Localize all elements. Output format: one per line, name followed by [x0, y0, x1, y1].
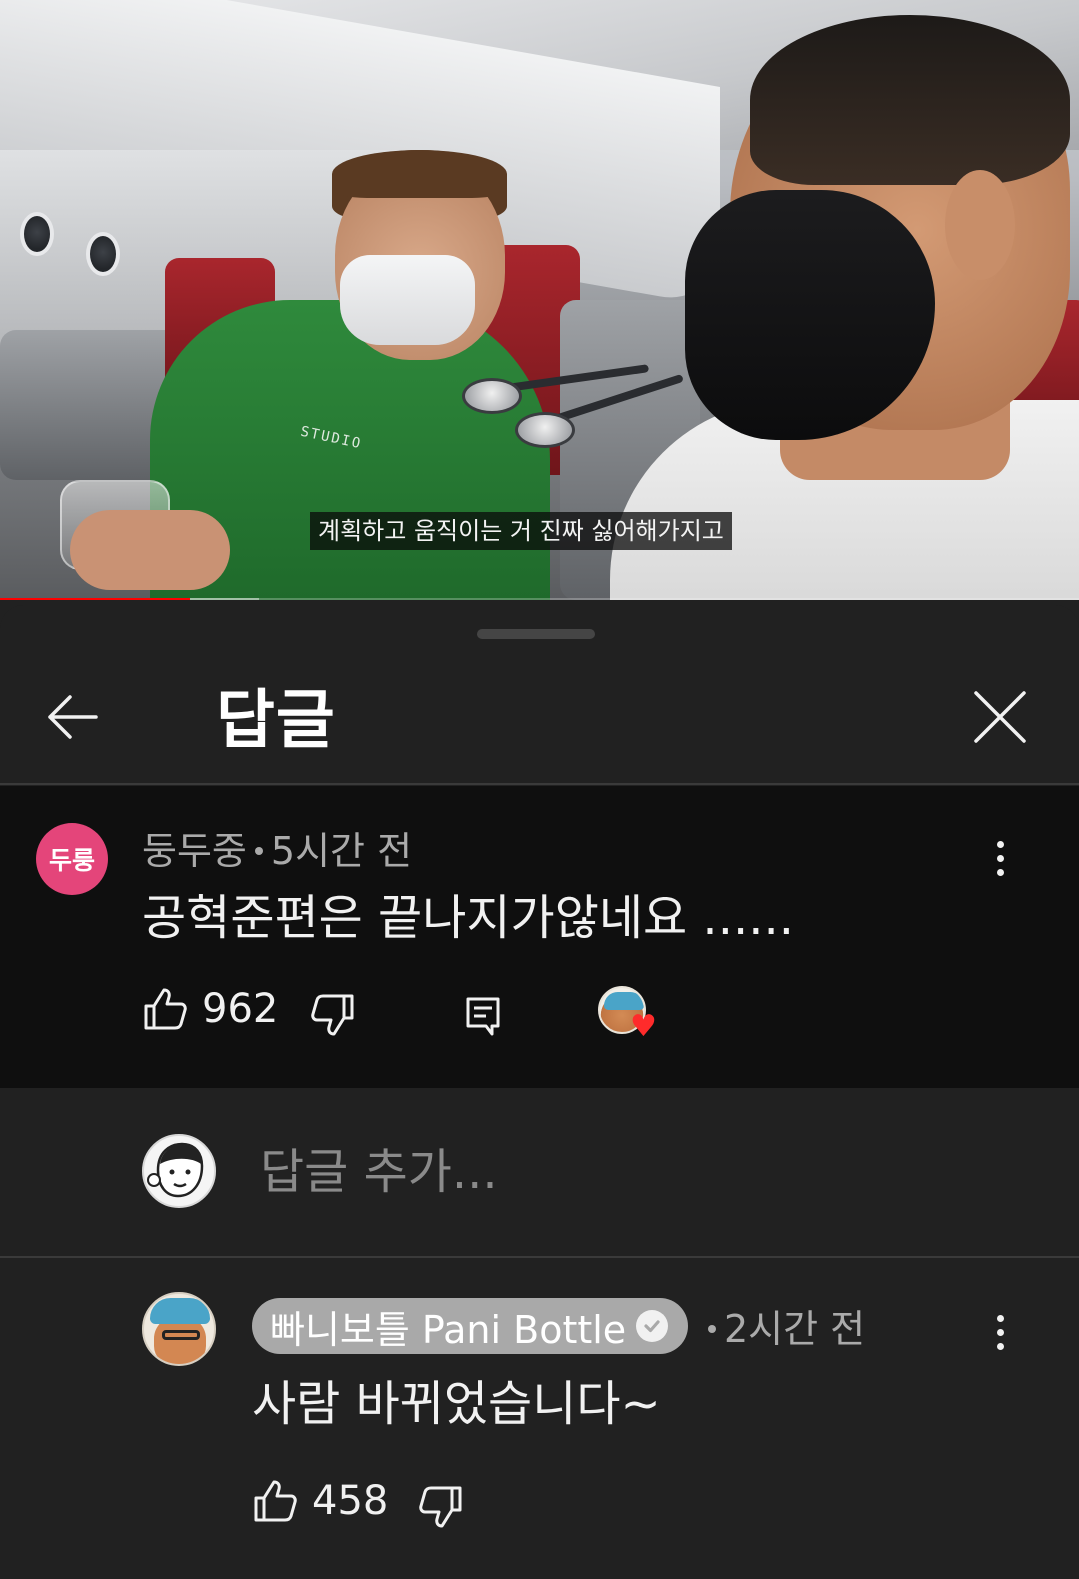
close-icon — [974, 691, 1026, 743]
heart-icon: ♥ — [630, 1009, 657, 1044]
white-mask — [340, 255, 475, 345]
progress-played — [0, 598, 190, 600]
arrow-left-icon — [48, 695, 98, 739]
glasses — [162, 1330, 200, 1340]
drag-handle[interactable] — [477, 629, 595, 639]
reply-icon — [466, 997, 500, 1036]
cap — [150, 1298, 210, 1324]
cabin-window — [86, 232, 120, 276]
comment-meta: 둥두중 5시간 전 — [142, 820, 412, 875]
dislike-button[interactable] — [310, 992, 356, 1038]
reply-text: 사람 바뀌었습니다~ — [252, 1376, 661, 1432]
more-options-button[interactable] — [980, 1302, 1020, 1362]
more-dot — [996, 840, 1004, 848]
sheet-title: 답글 — [216, 684, 336, 758]
video-player[interactable]: STUDIO 계획하고 움직이는 거 진짜 싫어해가지고 — [0, 0, 1079, 600]
reading-lamp — [515, 412, 575, 448]
more-dot — [996, 1342, 1004, 1350]
dislike-button[interactable] — [418, 1484, 464, 1530]
video-subtitle: 계획하고 움직이는 거 진짜 싫어해가지고 — [310, 512, 732, 550]
comment-author[interactable]: 둥두중 — [142, 829, 247, 873]
reply-meta: 2시간 전 — [708, 1298, 865, 1353]
thumbs-up-icon — [144, 988, 187, 1030]
like-count: 962 — [202, 986, 279, 1032]
avatar-initials: 두룽 — [48, 846, 95, 875]
thumbs-up-icon — [254, 1480, 297, 1522]
more-options-button[interactable] — [980, 828, 1020, 888]
more-dot — [996, 854, 1004, 862]
like-count: 458 — [312, 1478, 389, 1524]
more-dot — [996, 868, 1004, 876]
more-dot — [996, 1328, 1004, 1336]
more-dot — [996, 1314, 1004, 1322]
cap — [604, 992, 644, 1010]
avatar[interactable]: 두룽 — [36, 823, 108, 895]
user-avatar[interactable] — [142, 1134, 216, 1208]
like-button[interactable]: 962 — [142, 986, 278, 1032]
add-reply-row — [0, 1088, 1079, 1256]
parent-comment: 두룽 둥두중 5시간 전 공혁준편은 끝나지가않네요 ...... 962 ♥ — [0, 786, 1079, 1088]
replies-sheet: 답글 두룽 둥두중 5시간 전 공혁준편은 끝나지가않네요 ...... 962 — [0, 605, 1079, 1579]
hand — [70, 510, 230, 590]
author-chip[interactable]: 빠니보틀 Pani Bottle — [252, 1298, 689, 1354]
cabin-window — [20, 212, 54, 256]
add-reply-input[interactable] — [240, 1130, 1000, 1214]
reading-lamp — [462, 378, 522, 414]
person-right-hair — [750, 15, 1070, 185]
reply-button[interactable] — [462, 994, 506, 1038]
reply-comment: 빠니보틀 Pani Bottle 2시간 전 사람 바뀌었습니다~ 458 — [0, 1258, 1079, 1579]
close-button[interactable] — [958, 675, 1042, 759]
cartoon-face-icon — [147, 1142, 204, 1198]
like-button[interactable]: 458 — [252, 1478, 388, 1524]
progress-bar[interactable] — [0, 598, 1079, 600]
thumbs-down-icon — [419, 1486, 462, 1528]
divider — [0, 783, 1079, 785]
separator-dot — [708, 1324, 716, 1333]
person-right-ear — [945, 170, 1015, 280]
creator-avatar[interactable] — [142, 1292, 216, 1366]
comment-text: 공혁준편은 끝나지가않네요 ...... — [142, 890, 794, 946]
separator-dot — [254, 846, 263, 855]
reply-author: 빠니보틀 Pani Bottle — [270, 1307, 627, 1352]
back-button[interactable] — [30, 675, 114, 759]
reply-time[interactable]: 2시간 전 — [724, 1307, 865, 1351]
sheet-header: 답글 — [0, 653, 1079, 783]
person-left-hair — [332, 150, 507, 198]
creator-heart[interactable]: ♥ — [598, 986, 664, 1042]
comment-time[interactable]: 5시간 전 — [271, 829, 412, 873]
verified-icon — [636, 1310, 669, 1342]
thumbs-down-icon — [311, 994, 354, 1036]
